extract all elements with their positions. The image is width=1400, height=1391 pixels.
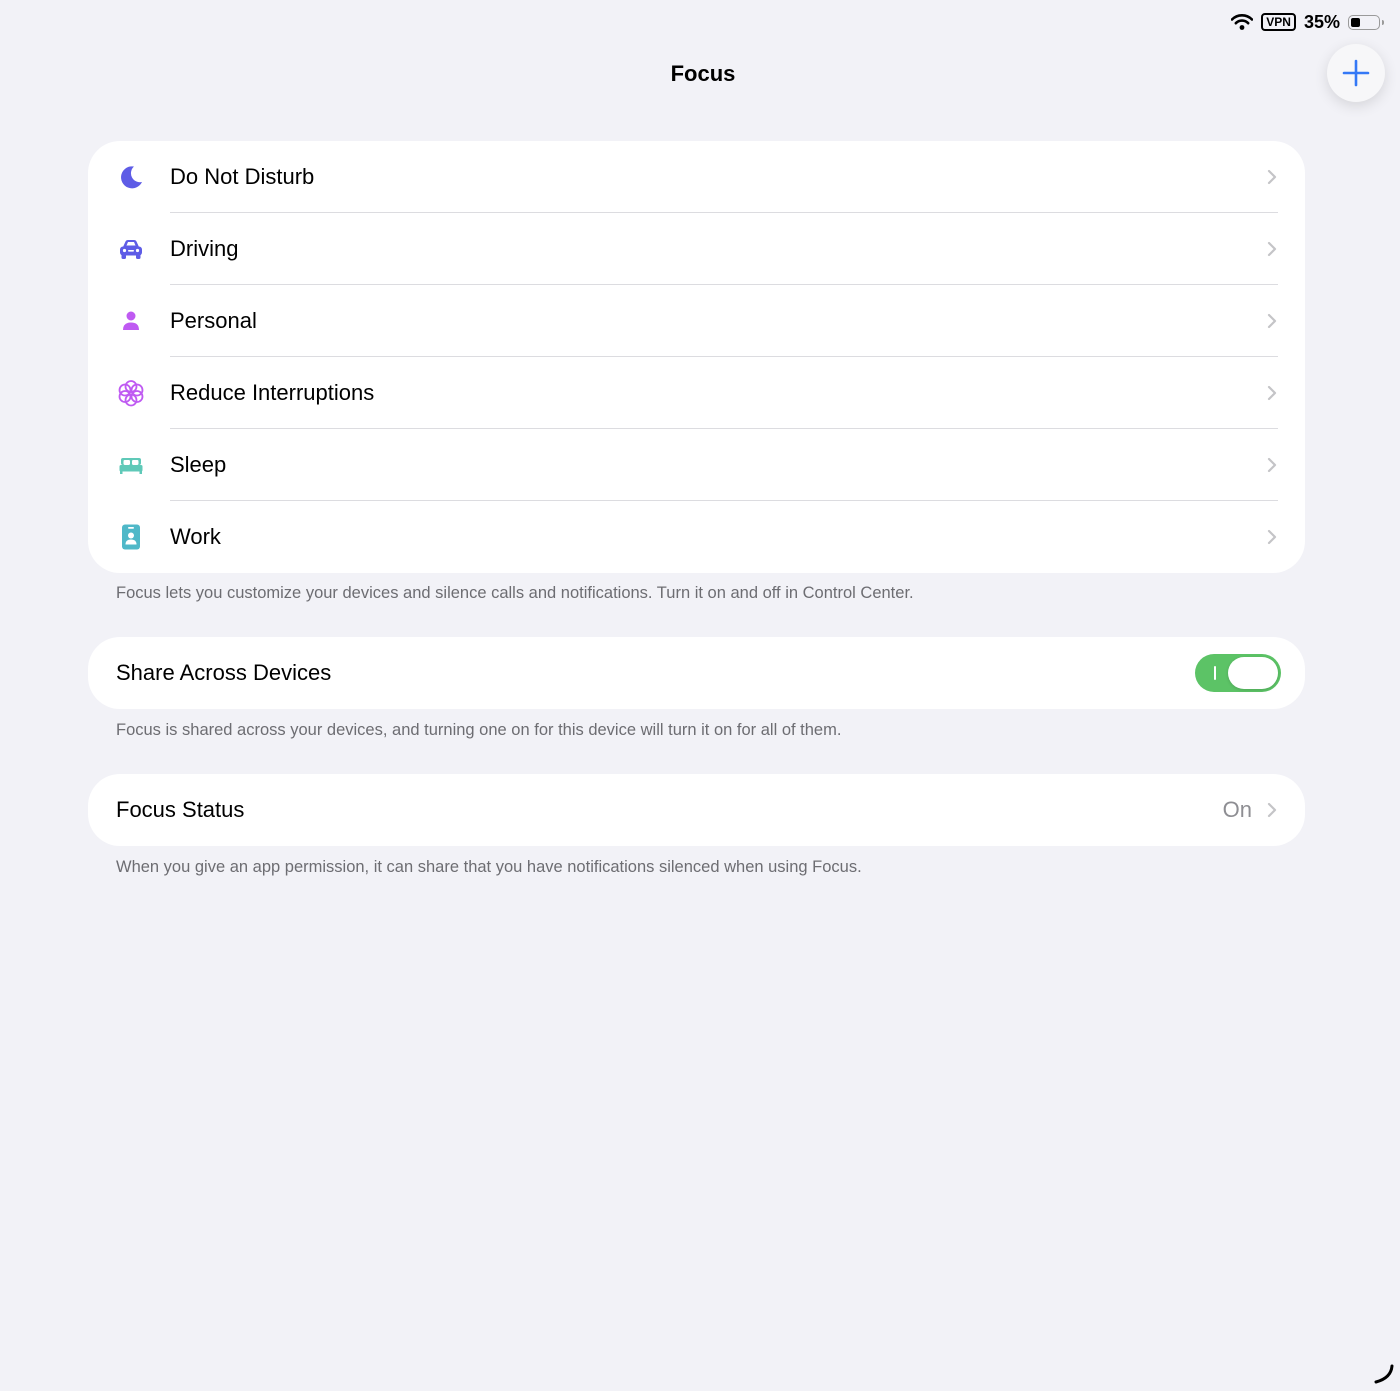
focus-row-label: Driving xyxy=(170,236,239,261)
focus-modes-list: Do Not Disturb Driving Personal Reduce I… xyxy=(88,141,1305,573)
toggle-knob xyxy=(1228,657,1278,689)
focus-status-label: Focus Status xyxy=(116,797,245,822)
add-focus-button[interactable] xyxy=(1327,44,1385,102)
focus-row-label: Do Not Disturb xyxy=(170,164,315,189)
resize-handle-icon[interactable] xyxy=(1372,1362,1396,1386)
status-bar: VPN 35% xyxy=(1231,10,1384,34)
battery-icon xyxy=(1348,14,1384,30)
focus-row-label: Work xyxy=(170,524,221,549)
wifi-icon xyxy=(1231,14,1254,30)
chevron-right-icon xyxy=(1267,313,1277,329)
share-across-devices-footnote: Focus is shared across your devices, and… xyxy=(116,721,842,739)
focus-row-reduce-interruptions[interactable]: Reduce Interruptions xyxy=(88,357,1305,429)
chevron-right-icon xyxy=(1267,457,1277,473)
battery-percentage: 35% xyxy=(1303,11,1340,32)
focus-row-do-not-disturb[interactable]: Do Not Disturb xyxy=(88,141,1305,213)
id-badge-icon xyxy=(117,523,145,551)
toggle-on-indicator xyxy=(1214,666,1216,680)
chevron-right-icon xyxy=(1267,385,1277,401)
focus-status-value: On xyxy=(1222,797,1252,822)
moon-icon xyxy=(117,163,145,191)
vpn-icon: VPN xyxy=(1261,13,1296,31)
focus-row-label: Reduce Interruptions xyxy=(170,380,375,405)
chevron-right-icon xyxy=(1267,241,1277,257)
plus-icon xyxy=(1342,59,1370,87)
share-across-devices-toggle[interactable] xyxy=(1195,654,1281,692)
battery-fill xyxy=(1351,17,1361,27)
share-across-devices-row: Share Across Devices xyxy=(88,637,1305,709)
focus-row-driving[interactable]: Driving xyxy=(88,213,1305,285)
focus-row-sleep[interactable]: Sleep xyxy=(88,429,1305,501)
person-icon xyxy=(117,307,145,335)
chevron-right-icon xyxy=(1267,529,1277,545)
chevron-right-icon xyxy=(1267,169,1277,185)
page-title: Focus xyxy=(670,61,736,86)
focus-row-personal[interactable]: Personal xyxy=(88,285,1305,357)
bed-icon xyxy=(117,451,145,479)
focus-row-label: Personal xyxy=(170,308,257,333)
focus-footnote: Focus lets you customize your devices an… xyxy=(116,584,914,602)
chevron-right-icon xyxy=(1267,802,1277,818)
share-across-devices-label: Share Across Devices xyxy=(116,660,332,685)
flower-icon xyxy=(117,379,145,407)
car-icon xyxy=(117,235,145,263)
focus-row-work[interactable]: Work xyxy=(88,501,1305,573)
focus-status-footnote: When you give an app permission, it can … xyxy=(116,858,862,876)
focus-row-label: Sleep xyxy=(170,452,227,477)
focus-status-row[interactable]: Focus Status On xyxy=(88,774,1305,846)
